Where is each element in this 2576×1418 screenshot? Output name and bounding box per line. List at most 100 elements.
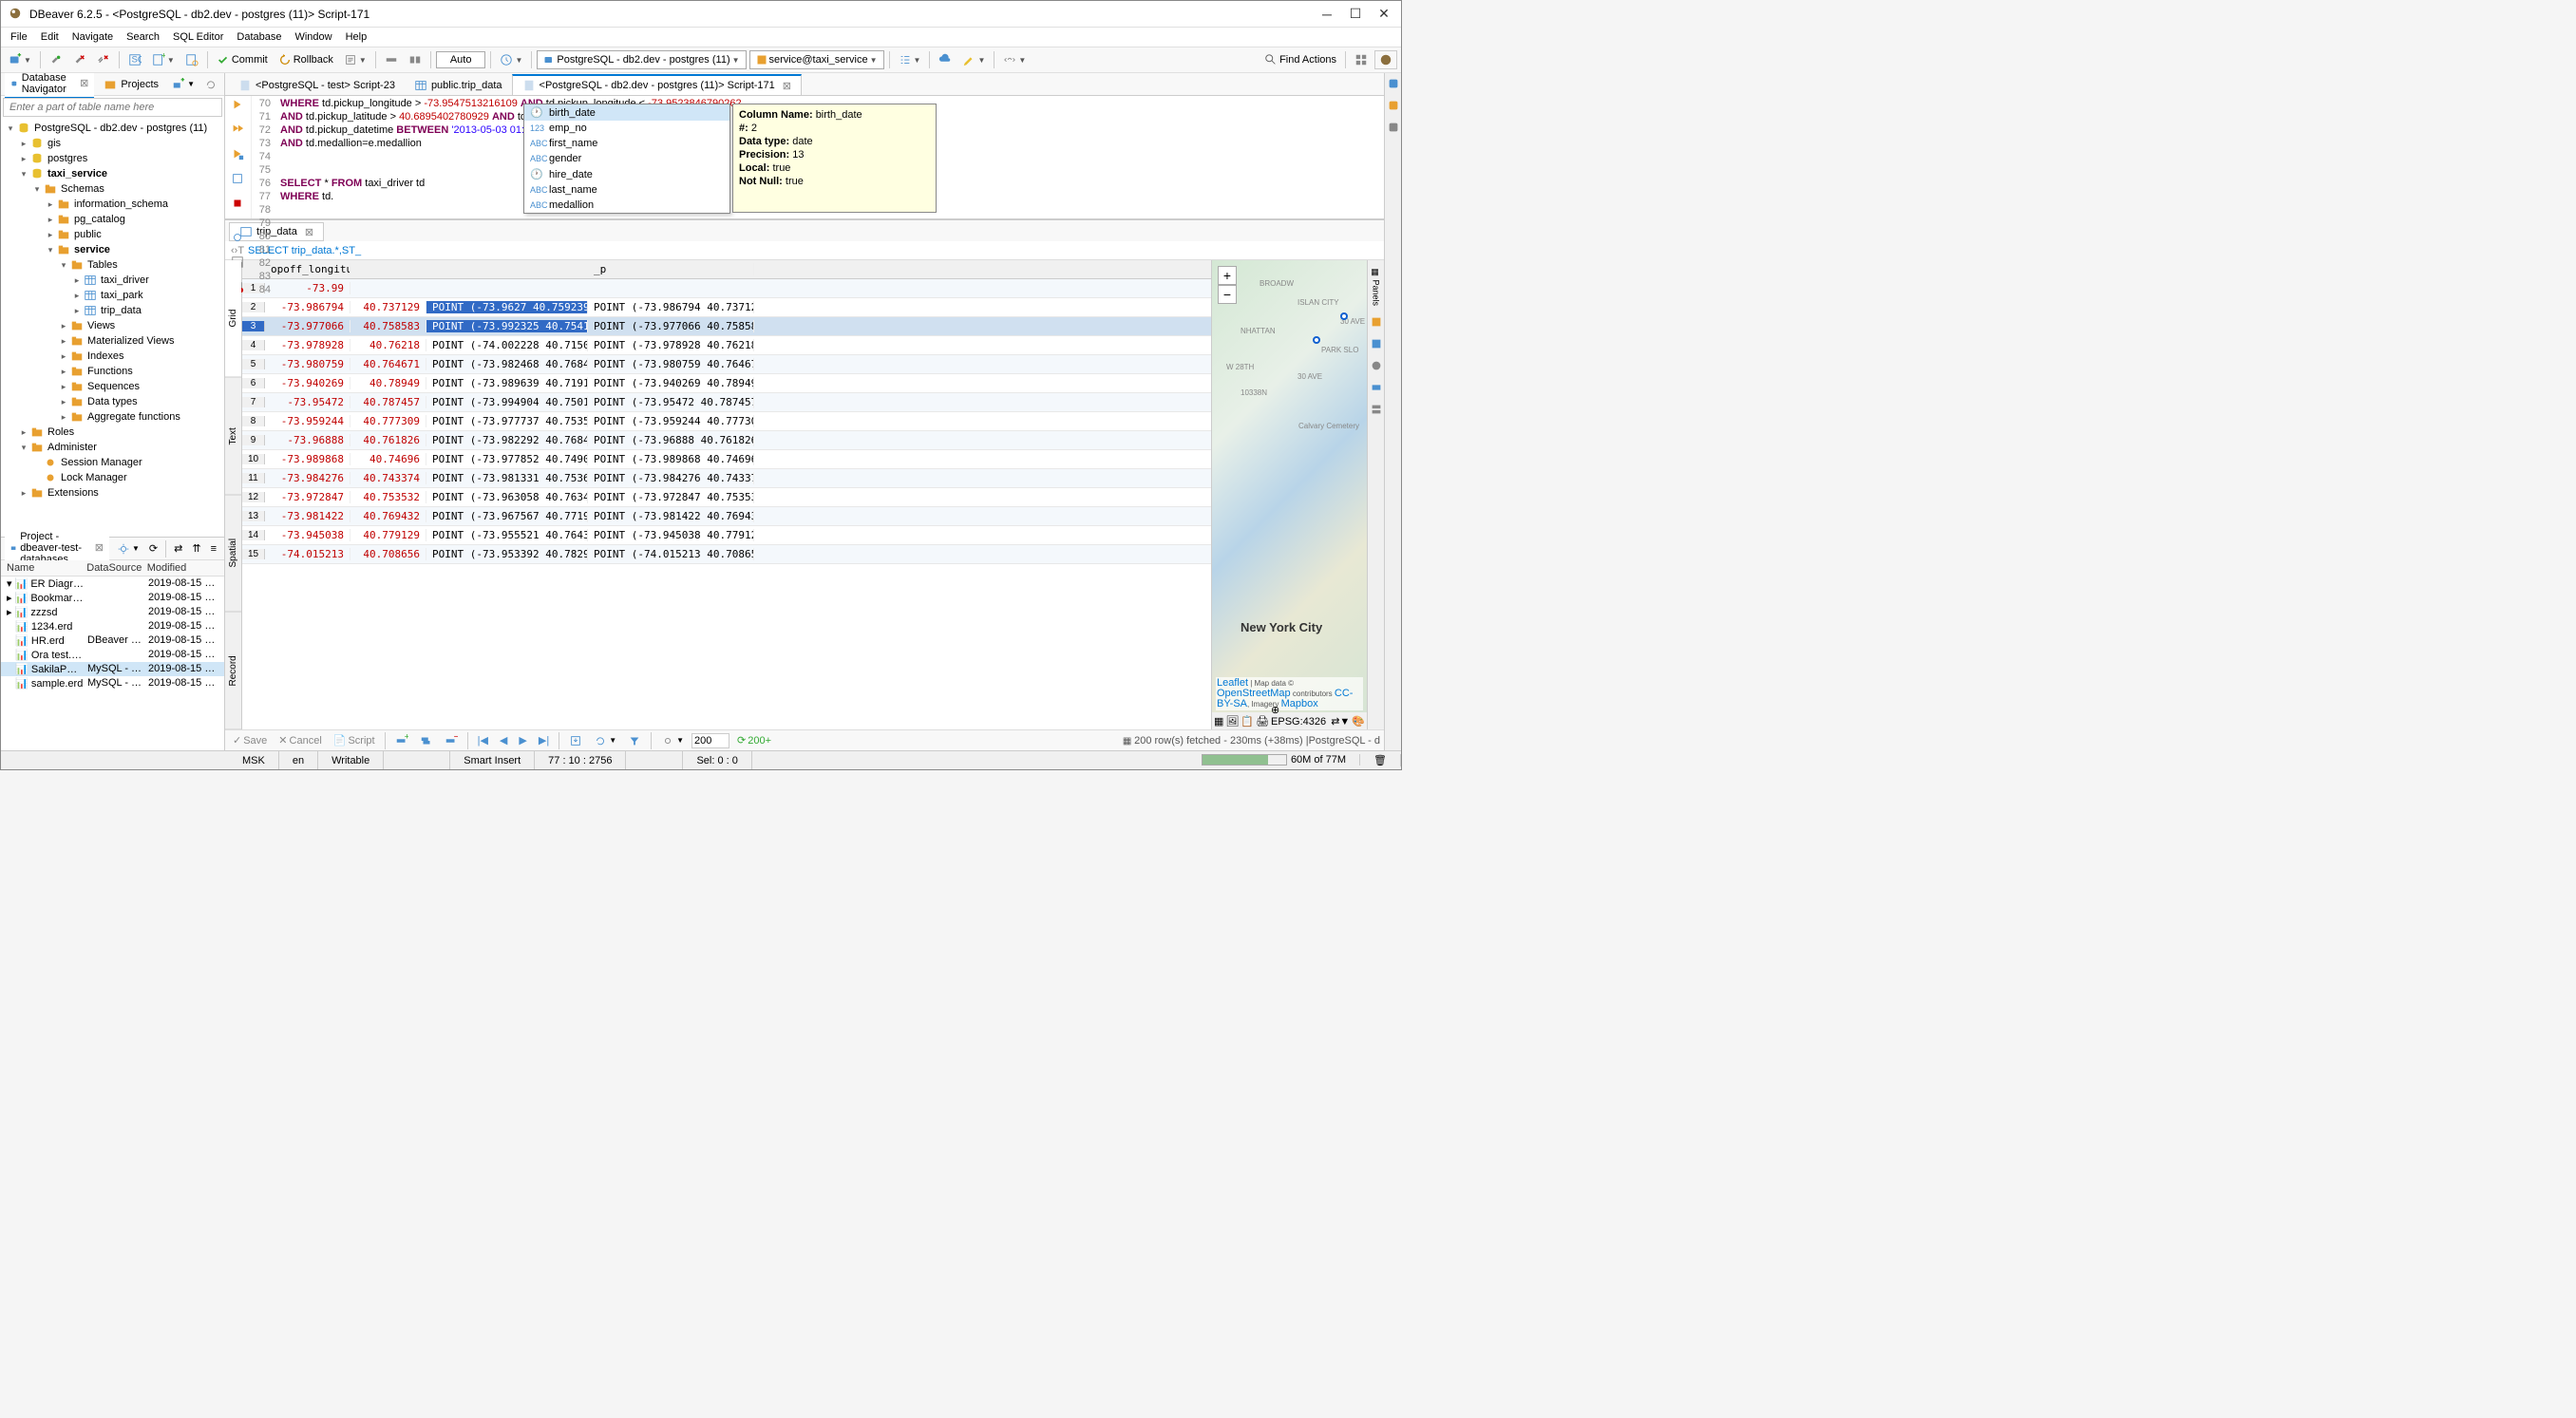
execute-new-tab-icon[interactable] [231,147,246,162]
autocomplete-item[interactable]: 🕐birth_date [524,104,729,121]
map-icon-2[interactable]: 🖼 [1225,715,1239,728]
panels-toggle[interactable]: ▦ Panels [1372,264,1381,310]
execute-script-icon[interactable] [231,123,246,138]
menu-search[interactable]: Search [121,29,165,45]
project-row[interactable]: 📊 SakilaPG-My.erdMySQL - test, Postgr...… [1,662,224,676]
project-row[interactable]: 📊 HR.erdDBeaver Sample - orcl2019-08-15 … [1,633,224,648]
auto-commit-toggle[interactable]: Auto [436,51,486,68]
fetch-more-button[interactable]: ⟳ 200+ [733,732,775,748]
tree-item[interactable]: ▾Tables [1,257,224,273]
perspective-icon[interactable] [1351,51,1372,68]
strip-icon-3[interactable] [1370,359,1383,375]
menu-help[interactable]: Help [340,29,373,45]
tree-item[interactable]: ▸Views [1,318,224,333]
menu-database[interactable]: Database [231,29,287,45]
map-icon-1[interactable]: ▦ [1214,715,1223,728]
link-icon[interactable]: ⇄ [170,540,186,558]
tree-item[interactable]: ▾Schemas [1,181,224,197]
status-gc-icon[interactable]: 🗑 [1360,754,1401,766]
list-icon[interactable]: ▼ [895,51,925,68]
vtab-grid[interactable]: Grid [225,260,241,378]
tree-item[interactable]: ▸trip_data [1,303,224,318]
tree-item[interactable]: ▾PostgreSQL - db2.dev - postgres (11) [1,121,224,136]
disconnect-all-button[interactable] [93,51,114,68]
strip-icon-5[interactable] [1370,403,1383,419]
grid-row[interactable]: 7-73.9547240.787457POINT (-73.994904 40.… [242,393,1211,412]
grid-row[interactable]: 5-73.98075940.764671POINT (-73.982468 40… [242,355,1211,374]
sql-editor-button[interactable]: SQL [124,51,145,68]
explain-icon[interactable] [231,172,246,187]
tx-log-button[interactable]: ▼ [340,51,370,68]
tree-item[interactable]: ▸information_schema [1,197,224,212]
close-tab-icon[interactable]: ⊠ [783,80,791,92]
refresh-icon[interactable] [200,76,221,93]
execute-icon[interactable] [231,98,246,113]
new-connection-icon[interactable]: ▼ [168,76,199,93]
close-icon[interactable]: ⊠ [80,77,88,89]
tree-item[interactable]: Lock Manager [1,470,224,485]
grid-row[interactable]: 10-73.98986840.74696POINT (-73.977852 40… [242,450,1211,469]
strip-icon-1[interactable] [1370,315,1383,331]
grid-row[interactable]: 8-73.95924440.777309POINT (-73.977737 40… [242,412,1211,431]
tree-item[interactable]: ▸gis [1,136,224,151]
grid-row[interactable]: 3-73.97706640.758583POINT (-73.992325 40… [242,317,1211,336]
strip-icon-4[interactable] [1370,381,1383,397]
settings-icon[interactable] [231,231,246,246]
tree-item[interactable]: ▸pg_catalog [1,212,224,227]
close-icon[interactable]: ⊠ [95,541,104,554]
refresh-icon[interactable]: ⟳ [145,540,161,558]
tree-item[interactable]: ▸Roles [1,425,224,440]
grid-row[interactable]: 1-73.99 [242,279,1211,298]
autocomplete-item[interactable]: 123emp_no [524,121,729,136]
tx-icon-1[interactable] [381,51,402,68]
stop-icon[interactable] [231,197,246,212]
autocomplete-item[interactable]: ABCmedallion [524,198,729,213]
filter-icon[interactable] [624,732,645,749]
map-icon-4[interactable]: 🖨 [1256,715,1269,728]
vtab-text[interactable]: Text [225,378,241,496]
sql-editor[interactable]: 707172737475767778798081828384 WHERE td.… [225,96,1384,219]
new-connection-button[interactable]: ▼ [5,51,35,68]
tree-item[interactable]: ▸taxi_park [1,288,224,303]
rollback-button[interactable]: Rollback [275,51,337,68]
map-icon-5[interactable]: ⇄▼ [1331,715,1350,728]
project-row[interactable]: 📊 sample.erdMySQL - sakila32019-08-15 23… [1,676,224,690]
refresh-icon[interactable]: ▼ [590,732,620,749]
first-page-icon[interactable]: |◀ [474,732,492,748]
project-row[interactable]: ▸ 📊 Bookmarks.bak2019-08-15 23:01:53.403 [1,591,224,605]
connect-button[interactable] [46,51,66,68]
vtab-spatial[interactable]: Spatial [225,495,241,613]
menu-edit[interactable]: Edit [35,29,65,45]
project-table[interactable]: ▾ 📊 ER Diagrams2019-08-15 23:01:53.429▸ … [1,577,224,750]
menu-navigate[interactable]: Navigate [66,29,119,45]
project-row[interactable]: 📊 1234.erd2019-08-15 23:01:53.352 [1,619,224,633]
link-icon[interactable]: ▼ [999,51,1030,68]
map-zoom-out[interactable]: − [1218,285,1237,304]
gear-icon[interactable]: ▼ [113,540,143,558]
tx-icon-2[interactable] [405,51,426,68]
last-page-icon[interactable]: ▶| [535,732,553,748]
close-button[interactable]: ✕ [1378,9,1390,20]
autocomplete-item[interactable]: 🕐hire_date [524,166,729,182]
strip-btn-1[interactable] [1387,77,1400,93]
collapse-icon[interactable]: ⇈ [188,540,204,558]
map-panel[interactable]: + − BROADW ISLAN CITY NHATTAN PARK SLO W… [1211,260,1367,729]
recent-sql-button[interactable] [181,51,202,68]
tree-item[interactable]: ▸taxi_driver [1,273,224,288]
results-grid[interactable]: opoff_longitude_p1-73.992-73.98679440.73… [242,260,1211,729]
connection-dropdown[interactable]: PostgreSQL - db2.dev - postgres (11) ▼ [537,50,746,69]
autocomplete-item[interactable]: ABCfirst_name [524,136,729,151]
navigator-tree[interactable]: ▾PostgreSQL - db2.dev - postgres (11)▸gi… [1,119,224,537]
navigator-tab[interactable]: Database Navigator⊠ [5,73,94,99]
strip-btn-3[interactable] [1387,121,1400,137]
project-row[interactable]: ▸ 📊 zzzsd2019-08-15 23:01:53.432 [1,605,224,619]
tree-item[interactable]: Session Manager [1,455,224,470]
new-sql-button[interactable]: +▼ [148,51,179,68]
cloud-icon[interactable] [935,51,956,68]
tree-item[interactable]: ▸postgres [1,151,224,166]
edit-icon[interactable]: ▼ [958,51,989,68]
add-row-icon[interactable]: + [391,732,412,749]
grid-row[interactable]: 11-73.98427640.743374POINT (-73.981331 4… [242,469,1211,488]
next-page-icon[interactable]: ▶ [515,732,530,748]
grid-row[interactable]: 15-74.01521340.708656POINT (-73.953392 4… [242,545,1211,564]
